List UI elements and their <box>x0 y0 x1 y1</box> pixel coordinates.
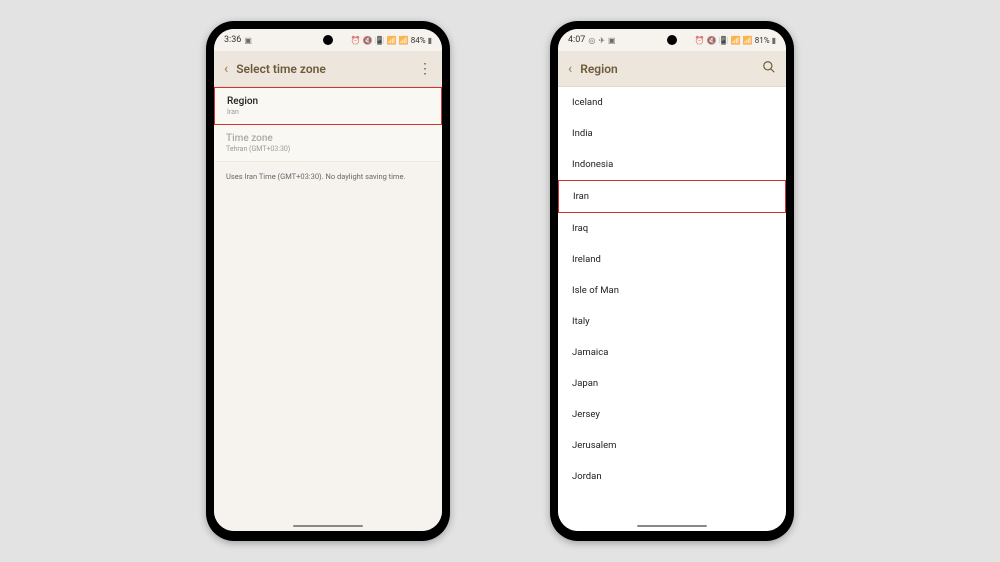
back-icon[interactable]: ‹ <box>568 61 572 77</box>
notification-icon: ▣ <box>244 36 252 45</box>
home-indicator[interactable] <box>637 525 707 528</box>
region-list[interactable]: Iceland India Indonesia Iran Iraq Irelan… <box>558 87 786 531</box>
timezone-row[interactable]: Time zone Tehran (GMT+03:30) <box>214 125 442 162</box>
notification-icon: ✈ <box>598 36 605 45</box>
camera-hole <box>667 35 677 45</box>
screen-right: 4:07 ◎ ✈ ▣ ⏰ 🔇 📳 📶 📶 81% ▮ ‹ Region <box>558 29 786 531</box>
appbar-title: Select time zone <box>236 62 418 76</box>
status-time: 4:07 <box>568 35 585 45</box>
camera-hole <box>323 35 333 45</box>
signal-icon: 📶 <box>399 36 409 45</box>
notification-icon: ◎ <box>588 36 595 45</box>
phone-left: 3:36 ▣ ⏰ 🔇 📳 📶 📶 84% ▮ ‹ Select time zon… <box>206 21 450 541</box>
vibrate-icon: 📳 <box>375 36 385 45</box>
app-bar: ‹ Select time zone ⋮ <box>214 51 442 87</box>
region-item-jerusalem[interactable]: Jerusalem <box>558 430 786 461</box>
battery-icon: ▮ <box>428 36 432 45</box>
region-item-jamaica[interactable]: Jamaica <box>558 337 786 368</box>
back-icon[interactable]: ‹ <box>224 61 228 77</box>
wifi-icon: 📶 <box>387 36 397 45</box>
search-icon[interactable] <box>762 60 776 78</box>
region-item-japan[interactable]: Japan <box>558 368 786 399</box>
wifi-icon: 📶 <box>731 36 741 45</box>
appbar-title: Region <box>580 62 762 76</box>
region-item-ireland[interactable]: Ireland <box>558 244 786 275</box>
vibrate-icon: 📳 <box>719 36 729 45</box>
app-bar: ‹ Region <box>558 51 786 87</box>
region-item-isle-of-man[interactable]: Isle of Man <box>558 275 786 306</box>
region-item-italy[interactable]: Italy <box>558 306 786 337</box>
mute-icon: 🔇 <box>363 36 373 45</box>
alarm-icon: ⏰ <box>695 36 705 45</box>
home-indicator[interactable] <box>293 525 363 528</box>
region-item-india[interactable]: India <box>558 118 786 149</box>
region-item-iran[interactable]: Iran <box>558 180 786 213</box>
notification-icon: ▣ <box>608 36 616 45</box>
region-item-iraq[interactable]: Iraq <box>558 213 786 244</box>
screen-left: 3:36 ▣ ⏰ 🔇 📳 📶 📶 84% ▮ ‹ Select time zon… <box>214 29 442 531</box>
region-item-jersey[interactable]: Jersey <box>558 399 786 430</box>
more-icon[interactable]: ⋮ <box>418 61 432 77</box>
timezone-value: Tehran (GMT+03:30) <box>226 145 430 153</box>
region-item-jordan[interactable]: Jordan <box>558 461 786 492</box>
status-time: 3:36 <box>224 35 241 45</box>
region-value: Iran <box>227 108 429 116</box>
region-label: Region <box>227 96 429 107</box>
battery-percent: 84% <box>411 36 426 45</box>
region-item-iceland[interactable]: Iceland <box>558 87 786 118</box>
timezone-label: Time zone <box>226 133 430 144</box>
alarm-icon: ⏰ <box>351 36 361 45</box>
region-row[interactable]: Region Iran <box>214 87 442 125</box>
content-area: Region Iran Time zone Tehran (GMT+03:30)… <box>214 87 442 531</box>
info-text: Uses Iran Time (GMT+03:30). No daylight … <box>214 162 442 191</box>
content-area: Iceland India Indonesia Iran Iraq Irelan… <box>558 87 786 531</box>
phone-right: 4:07 ◎ ✈ ▣ ⏰ 🔇 📳 📶 📶 81% ▮ ‹ Region <box>550 21 794 541</box>
signal-icon: 📶 <box>743 36 753 45</box>
mute-icon: 🔇 <box>707 36 717 45</box>
region-item-indonesia[interactable]: Indonesia <box>558 149 786 180</box>
battery-percent: 81% <box>755 36 770 45</box>
battery-icon: ▮ <box>772 36 776 45</box>
